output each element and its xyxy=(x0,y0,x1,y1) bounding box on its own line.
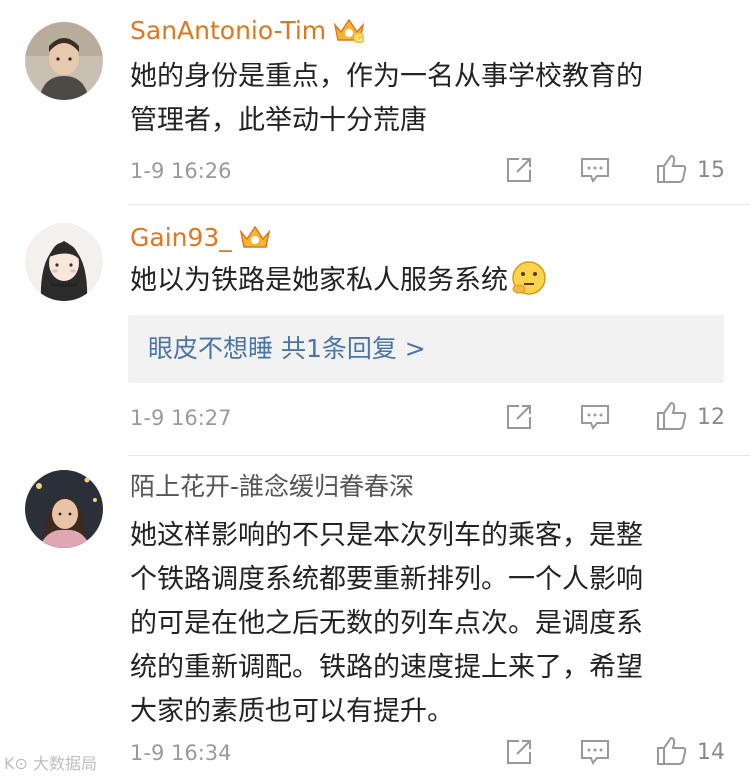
like-icon[interactable] xyxy=(656,401,688,431)
like-count: 12 xyxy=(697,405,725,430)
comment-item: SanAntonio-Tim G 她的身份是重点，作为一名从事学校教育的 管理者… xyxy=(0,0,750,205)
like-count: 15 xyxy=(697,158,725,183)
vip-crown-icon xyxy=(238,223,272,251)
share-icon[interactable] xyxy=(505,738,533,766)
like-icon[interactable] xyxy=(656,736,688,766)
comment-icon[interactable] xyxy=(580,738,610,766)
svg-text:G: G xyxy=(356,34,362,43)
username[interactable]: 陌上花开-誰念缓归眷春深 xyxy=(130,472,414,502)
timestamp: 1-9 16:26 xyxy=(130,159,232,183)
comment-text: 她这样影响的不只是本次列车的乘客，是整 个铁路调度系统都要重新排列。一个人影响 … xyxy=(130,520,643,727)
share-icon[interactable] xyxy=(505,403,533,431)
watermark: K⊙ 大数据局 xyxy=(4,754,98,773)
comment-icon[interactable] xyxy=(580,156,610,184)
comment-icon[interactable] xyxy=(580,403,610,431)
share-icon[interactable] xyxy=(505,156,533,184)
comment-item: Gain93_ 她以为铁路是她家私人服务系统 眼皮不想睡 共1条回复 > 1-9… xyxy=(0,205,750,460)
watermark-logo-icon: K⊙ xyxy=(4,754,28,773)
reply-link[interactable]: 眼皮不想睡 共1条回复 > xyxy=(148,333,426,365)
thinking-face-icon xyxy=(510,259,548,297)
timestamp: 1-9 16:27 xyxy=(130,406,232,430)
comment-item: 陌上花开-誰念缓归眷春深 她这样影响的不只是本次列车的乘客，是整 个铁路调度系统… xyxy=(0,456,750,778)
reply-preview[interactable]: 眼皮不想睡 共1条回复 > xyxy=(128,315,724,383)
username[interactable]: SanAntonio-Tim G xyxy=(130,16,366,46)
avatar[interactable] xyxy=(25,22,103,100)
vip-crown-icon: G xyxy=(332,16,366,44)
comment-text: 她以为铁路是她家私人服务系统 xyxy=(130,259,730,303)
username[interactable]: Gain93_ xyxy=(130,223,272,253)
like-count: 14 xyxy=(697,740,725,765)
like-icon[interactable] xyxy=(656,154,688,184)
comment-text: 她的身份是重点，作为一名从事学校教育的 管理者，此举动十分荒唐 xyxy=(130,61,643,136)
avatar[interactable] xyxy=(25,470,103,548)
timestamp: 1-9 16:34 xyxy=(130,741,232,765)
avatar[interactable] xyxy=(25,223,103,301)
